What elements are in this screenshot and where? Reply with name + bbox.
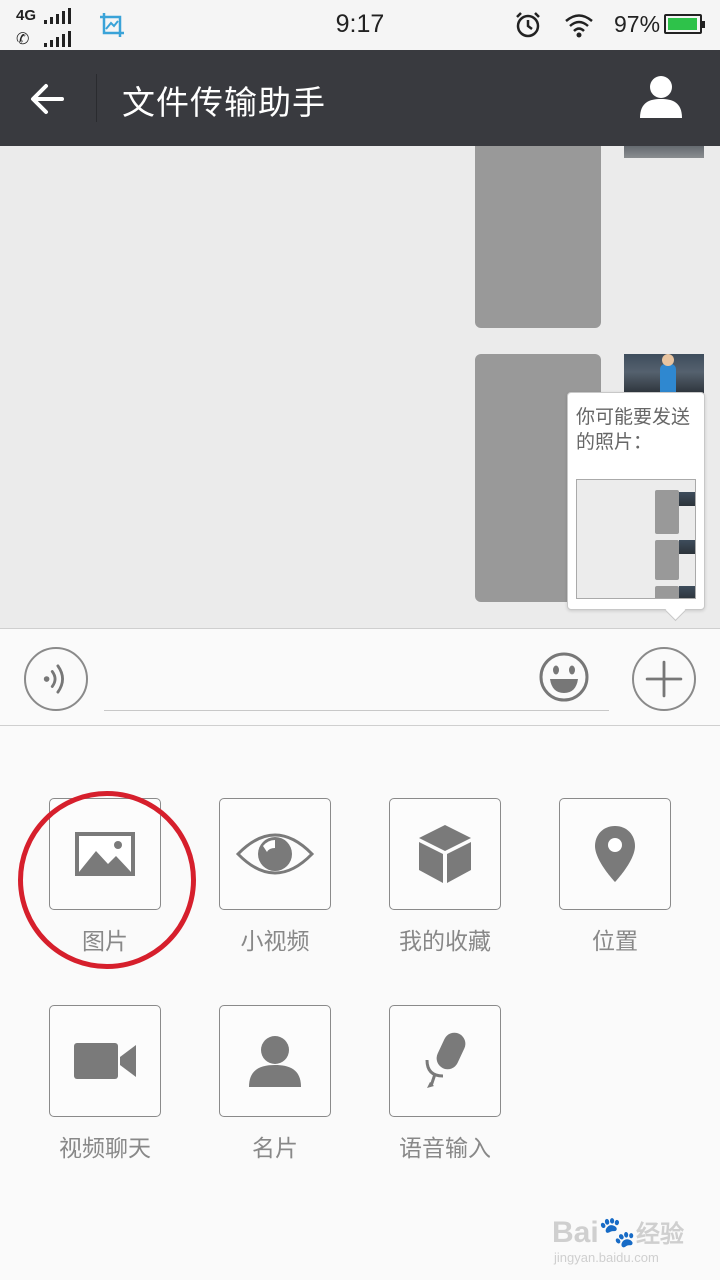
battery-level-fill: [668, 18, 698, 30]
tool-voice-input-button[interactable]: [389, 1005, 501, 1117]
thumbnail-bubble: [655, 586, 679, 598]
tool-contact-card[interactable]: 名片: [205, 1005, 345, 1163]
tool-favorites-button[interactable]: [389, 798, 501, 910]
clock: 9:17: [335, 10, 385, 38]
tool-short-video[interactable]: 小视频: [205, 798, 345, 956]
eye-icon: [235, 833, 315, 875]
thumbnail-avatar: [679, 586, 695, 598]
thumbnail-bubble: [655, 540, 679, 580]
tool-favorites[interactable]: 我的收藏: [375, 798, 515, 956]
alarm-clock-icon: [516, 12, 540, 38]
top-navigation-bar: 文件传输助手: [0, 50, 720, 146]
watermark-logo: Bai🐾经验: [552, 1216, 685, 1249]
suggested-photo-thumbnail[interactable]: [576, 479, 696, 599]
contact-card-icon: [249, 1036, 301, 1087]
tool-contact-card-button[interactable]: [219, 1005, 331, 1117]
nav-divider: [96, 74, 97, 122]
tool-location-button[interactable]: [559, 798, 671, 910]
tool-video-call-button[interactable]: [49, 1005, 161, 1117]
tool-label: 小视频: [240, 929, 310, 955]
tool-label: 视频聊天: [59, 1136, 151, 1162]
cube-icon: [419, 825, 471, 883]
thumbnail-bubble: [655, 490, 679, 534]
wifi-icon: [565, 14, 593, 38]
microphone-icon: [425, 1032, 466, 1088]
tool-video-call[interactable]: 视频聊天: [35, 1005, 175, 1163]
tool-label: 名片: [252, 1136, 298, 1162]
tool-image[interactable]: 图片: [35, 798, 175, 956]
battery-icon: [664, 14, 705, 34]
plus-icon[interactable]: [632, 647, 696, 711]
avatar-photo: [660, 354, 676, 392]
message-input-bar: [0, 628, 720, 726]
thumbnail-avatar: [679, 540, 695, 554]
tool-label: 语音输入: [399, 1136, 491, 1162]
voice-icon[interactable]: [24, 647, 88, 711]
avatar[interactable]: [624, 146, 704, 158]
status-bar: 4G ✆ 9:17 97%: [0, 0, 720, 50]
suggested-photo-popup[interactable]: 你可能要发送的照片：: [567, 392, 705, 610]
chat-area[interactable]: 你可能要发送的照片：: [0, 146, 720, 628]
smiley-icon[interactable]: [538, 651, 590, 703]
video-camera-icon: [74, 1043, 136, 1079]
page-title: 文件传输助手: [122, 83, 326, 122]
message-bubble[interactable]: [475, 146, 601, 328]
message-text-input[interactable]: [104, 659, 609, 711]
avatar[interactable]: [624, 354, 704, 394]
thumbnail-avatar: [679, 492, 695, 506]
image-icon: [75, 832, 135, 876]
tool-short-video-button[interactable]: [219, 798, 331, 910]
location-pin-icon: [595, 826, 635, 882]
tool-voice-input[interactable]: 语音输入: [375, 1005, 515, 1163]
more-functions-panel: 图片 小视频 我的收藏 位置 视频聊天 名片 语音输入: [0, 727, 720, 1280]
arrow-left-icon[interactable]: [24, 76, 70, 122]
user-icon[interactable]: [636, 72, 686, 122]
tool-label: 我的收藏: [399, 929, 491, 955]
tool-label: 位置: [592, 929, 638, 955]
tool-image-button[interactable]: [49, 798, 161, 910]
tool-label: 图片: [82, 929, 128, 955]
suggested-photo-text: 你可能要发送的照片：: [576, 406, 691, 453]
battery-percent: 97%: [614, 11, 661, 37]
tool-location[interactable]: 位置: [545, 798, 685, 956]
watermark-url: jingyan.baidu.com: [554, 1250, 659, 1265]
